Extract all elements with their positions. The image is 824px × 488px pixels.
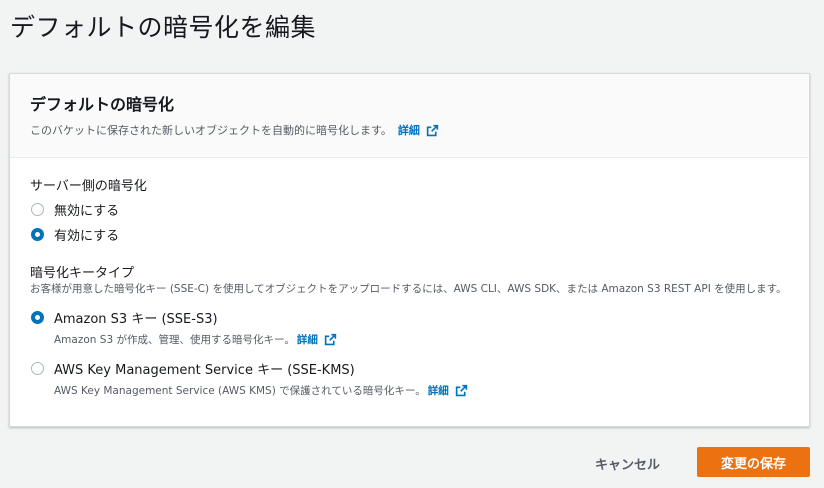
radio-sse-kms-label[interactable]: AWS Key Management Service キー (SSE-KMS) — [54, 359, 468, 378]
server-side-encryption-label: サーバー側の暗号化 — [30, 179, 147, 194]
sse-s3-learn-more-link[interactable]: 詳細 — [297, 332, 318, 347]
radio-disable[interactable]: 無効にする — [30, 200, 789, 219]
radio-disable-control[interactable] — [31, 203, 44, 216]
panel-title: デフォルトの暗号化 — [30, 95, 175, 114]
radio-enable-control[interactable] — [31, 228, 44, 241]
cancel-button[interactable]: キャンセル — [595, 454, 660, 473]
default-encryption-panel: デフォルトの暗号化 このバケットに保存された新しいオブジェクトを自動的に暗号化し… — [9, 73, 810, 427]
external-link-icon[interactable] — [324, 333, 337, 346]
radio-disable-label[interactable]: 無効にする — [54, 200, 119, 219]
radio-sse-kms-description: AWS Key Management Service (AWS KMS) で保護… — [54, 383, 468, 398]
radio-sse-s3-control[interactable] — [31, 311, 44, 324]
radio-sse-kms-text: AWS Key Management Service キー (SSE-KMS) … — [54, 359, 468, 398]
save-changes-button[interactable]: 変更の保存 — [697, 447, 810, 477]
encryption-key-type-label: 暗号化キータイプ — [30, 266, 135, 281]
external-link-icon[interactable] — [426, 124, 439, 137]
sse-kms-description-text: AWS Key Management Service (AWS KMS) で保護… — [54, 385, 426, 397]
sse-s3-description-text: Amazon S3 が作成、管理、使用する暗号化キー。 — [54, 334, 295, 346]
panel-description: このバケットに保存された新しいオブジェクトを自動的に暗号化します。 詳細 — [30, 122, 789, 138]
radio-sse-s3-label[interactable]: Amazon S3 キー (SSE-S3) — [54, 308, 337, 327]
radio-enable[interactable]: 有効にする — [30, 225, 789, 244]
radio-sse-s3-description: Amazon S3 が作成、管理、使用する暗号化キー。 詳細 — [54, 332, 337, 347]
encryption-key-type-section: 暗号化キータイプ お客様が用意した暗号化キー (SSE-C) を使用してオブジェ… — [30, 262, 789, 398]
panel-header: デフォルトの暗号化 このバケットに保存された新しいオブジェクトを自動的に暗号化し… — [10, 74, 809, 158]
external-link-icon[interactable] — [455, 384, 468, 397]
page-title: デフォルトの暗号化を編集 — [10, 13, 317, 42]
radio-sse-s3-text: Amazon S3 キー (SSE-S3) Amazon S3 が作成、管理、使… — [54, 308, 337, 347]
sse-kms-learn-more-link[interactable]: 詳細 — [428, 383, 449, 398]
panel-body: サーバー側の暗号化 無効にする 有効にする 暗号化キータイプ お客様が用意した暗… — [10, 158, 809, 398]
panel-description-text: このバケットに保存された新しいオブジェクトを自動的に暗号化します。 — [30, 124, 392, 137]
radio-sse-s3[interactable]: Amazon S3 キー (SSE-S3) Amazon S3 が作成、管理、使… — [30, 308, 789, 347]
learn-more-link[interactable]: 詳細 — [398, 122, 420, 138]
radio-sse-kms-control[interactable] — [31, 362, 44, 375]
radio-sse-kms[interactable]: AWS Key Management Service キー (SSE-KMS) … — [30, 359, 789, 398]
encryption-key-type-description: お客様が用意した暗号化キー (SSE-C) を使用してオブジェクトをアップロード… — [30, 283, 787, 295]
radio-enable-label[interactable]: 有効にする — [54, 225, 119, 244]
